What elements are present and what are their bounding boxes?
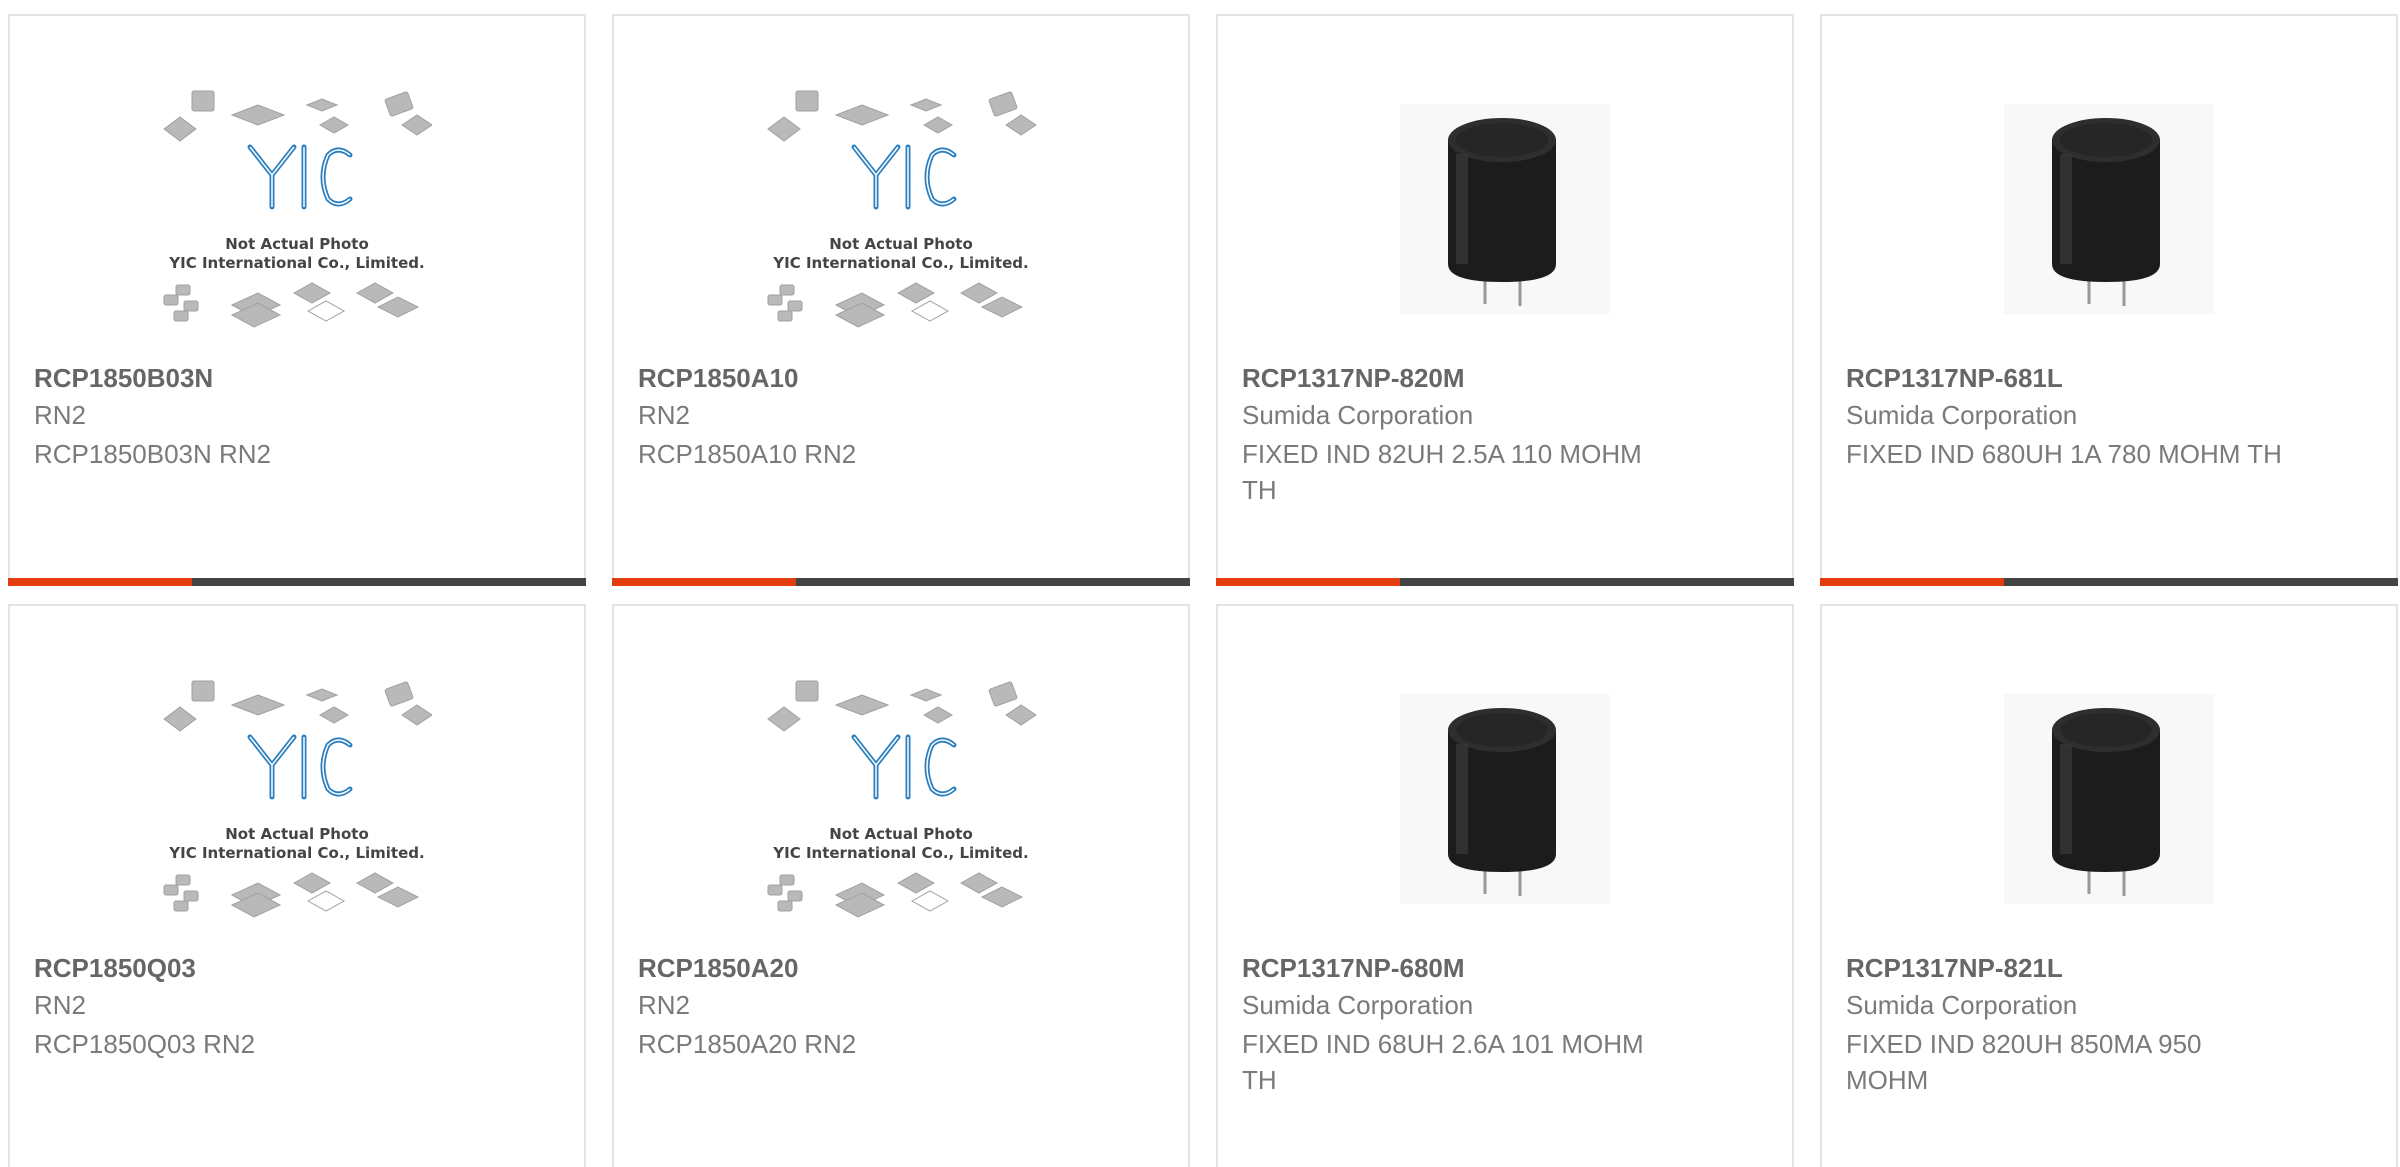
description-label: FIXED IND 82UH 2.5A 110 MOHM TH xyxy=(1242,439,1642,505)
card-accent-segment xyxy=(612,578,796,586)
manufacturer-label: Sumida Corporation xyxy=(1242,990,1474,1020)
placeholder-line2: YIC International Co., Limited. xyxy=(168,254,424,272)
product-card[interactable]: Not Actual Photo YIC International Co., L… xyxy=(8,604,586,1167)
part-number-link[interactable]: RCP1317NP-681L xyxy=(1846,363,2063,394)
product-card[interactable]: Not Actual Photo YIC International Co., L… xyxy=(612,604,1190,1167)
part-number-link[interactable]: RCP1317NP-820M xyxy=(1242,363,1465,394)
placeholder-line2: YIC International Co., Limited. xyxy=(168,844,424,862)
description-label: FIXED IND 68UH 2.6A 101 MOHM TH xyxy=(1242,1029,1644,1095)
placeholder-line1: Not Actual Photo xyxy=(225,825,369,843)
manufacturer-label: Sumida Corporation xyxy=(1242,400,1474,430)
manufacturer-label: RN2 xyxy=(638,990,691,1020)
description-label: FIXED IND 680UH 1A 780 MOHM TH xyxy=(1846,439,2282,469)
card-accent-segment xyxy=(1820,578,2004,586)
card-bottom-bar xyxy=(1216,578,1794,586)
description-label: FIXED IND 820UH 850MA 950 MOHM xyxy=(1846,1029,2202,1095)
product-card[interactable]: RCP1317NP-680M Sumida Corporation FIXED IN… xyxy=(1216,604,1794,1167)
placeholder-chip-icon[interactable]: Not Actual Photo YIC International Co., L… xyxy=(10,646,584,951)
manufacturer-label: RN2 xyxy=(34,990,87,1020)
product-card[interactable]: Not Actual Photo YIC International Co., L… xyxy=(8,14,586,586)
product-card[interactable]: Not Actual Photo YIC International Co., L… xyxy=(612,14,1190,586)
product-grid: Not Actual Photo YIC International Co., L… xyxy=(0,0,2400,1167)
placeholder-chip-icon[interactable]: Not Actual Photo YIC International Co., L… xyxy=(614,56,1188,361)
card-accent-segment xyxy=(1216,578,1400,586)
card-bottom-bar xyxy=(612,578,1190,586)
description-label: RCP1850A10 RN2 xyxy=(638,439,857,469)
card-accent-segment xyxy=(8,578,192,586)
part-number-link[interactable]: RCP1850A10 xyxy=(638,363,798,394)
placeholder-line2: YIC International Co., Limited. xyxy=(772,254,1028,272)
inductor-photo-icon[interactable] xyxy=(1218,646,1792,951)
description-label: RCP1850Q03 RN2 xyxy=(34,1029,256,1059)
part-number-link[interactable]: RCP1317NP-821L xyxy=(1846,953,2063,984)
card-bottom-bar xyxy=(8,578,586,586)
part-number-link[interactable]: RCP1850B03N xyxy=(34,363,213,394)
placeholder-line2: YIC International Co., Limited. xyxy=(772,844,1028,862)
placeholder-chip-icon[interactable]: Not Actual Photo YIC International Co., L… xyxy=(10,56,584,361)
placeholder-line1: Not Actual Photo xyxy=(829,825,973,843)
placeholder-chip-icon[interactable]: Not Actual Photo YIC International Co., L… xyxy=(614,646,1188,951)
inductor-photo-icon[interactable] xyxy=(1822,56,2396,361)
placeholder-line1: Not Actual Photo xyxy=(829,235,973,253)
manufacturer-label: RN2 xyxy=(638,400,691,430)
inductor-photo-icon[interactable] xyxy=(1822,646,2396,951)
manufacturer-label: Sumida Corporation xyxy=(1846,400,2078,430)
product-card[interactable]: RCP1317NP-820M Sumida Corporation FIXED IN… xyxy=(1216,14,1794,586)
placeholder-line1: Not Actual Photo xyxy=(225,235,369,253)
manufacturer-label: Sumida Corporation xyxy=(1846,990,2078,1020)
product-card[interactable]: RCP1317NP-681L Sumida Corporation FIXED IN… xyxy=(1820,14,2398,586)
product-card[interactable]: RCP1317NP-821L Sumida Corporation FIXED IN… xyxy=(1820,604,2398,1167)
manufacturer-label: RN2 xyxy=(34,400,87,430)
part-number-link[interactable]: RCP1850Q03 xyxy=(34,953,196,984)
part-number-link[interactable]: RCP1317NP-680M xyxy=(1242,953,1465,984)
inductor-photo-icon[interactable] xyxy=(1218,56,1792,361)
description-label: RCP1850A20 RN2 xyxy=(638,1029,857,1059)
description-label: RCP1850B03N RN2 xyxy=(34,439,272,469)
card-bottom-bar xyxy=(1820,578,2398,586)
part-number-link[interactable]: RCP1850A20 xyxy=(638,953,798,984)
